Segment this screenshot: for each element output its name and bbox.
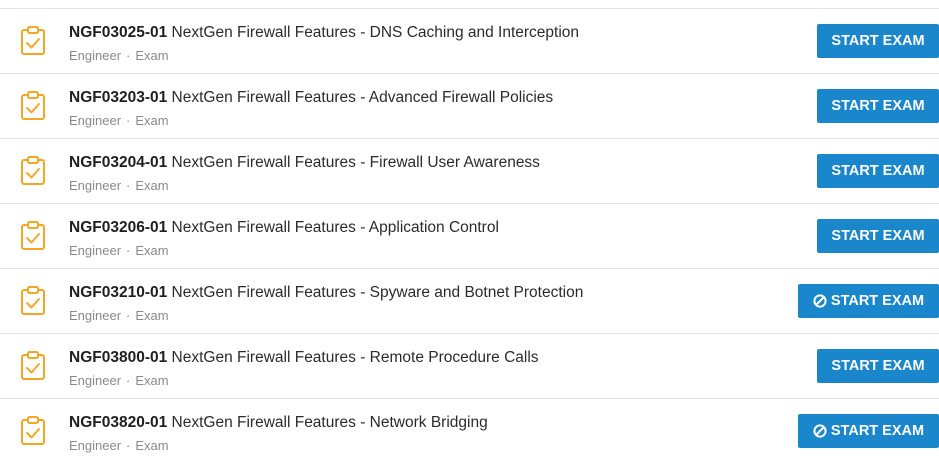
exam-name: NextGen Firewall Features - Network Brid… — [171, 414, 488, 431]
exam-type: Exam — [135, 438, 169, 453]
ban-icon — [813, 294, 827, 308]
start-exam-label: START EXAM — [830, 423, 925, 439]
exam-meta: Engineer · Exam — [69, 48, 169, 63]
clipboard-check-icon — [20, 221, 46, 251]
exam-role: Engineer — [69, 178, 122, 193]
exam-row: NGF03800-01 NextGen Firewall Features - … — [0, 334, 939, 399]
start-exam-button[interactable]: START EXAM — [798, 414, 939, 448]
exam-role: Engineer — [69, 113, 122, 128]
start-exam-button[interactable]: START EXAM — [817, 89, 939, 123]
exam-type: Exam — [135, 113, 169, 128]
exam-title[interactable]: NGF03025-01 NextGen Firewall Features - … — [69, 24, 579, 42]
clipboard-check-icon — [20, 91, 46, 121]
exam-type: Exam — [135, 48, 169, 63]
exam-row: NGF03820-01 NextGen Firewall Features - … — [0, 399, 939, 464]
start-exam-button[interactable]: START EXAM — [817, 219, 939, 253]
exam-row: NGF03025-01 NextGen Firewall Features - … — [0, 9, 939, 74]
exam-type: Exam — [135, 373, 169, 388]
exam-code: NGF03203-01 — [69, 89, 168, 106]
exam-title[interactable]: NGF03206-01 NextGen Firewall Features - … — [69, 219, 499, 237]
exam-name: NextGen Firewall Features - Application … — [171, 219, 499, 236]
exam-role: Engineer — [69, 48, 122, 63]
exam-code: NGF03820-01 — [69, 414, 168, 431]
start-exam-label: START EXAM — [831, 228, 925, 244]
exam-role: Engineer — [69, 373, 122, 388]
exam-name: NextGen Firewall Features - Spyware and … — [171, 284, 584, 301]
start-exam-label: START EXAM — [831, 33, 925, 49]
exam-title[interactable]: NGF03210-01 NextGen Firewall Features - … — [69, 284, 583, 302]
start-exam-label: START EXAM — [831, 163, 925, 179]
clipboard-check-icon — [20, 156, 46, 186]
exam-code: NGF03206-01 — [69, 219, 168, 236]
exam-role: Engineer — [69, 243, 122, 258]
start-exam-button[interactable]: START EXAM — [817, 24, 939, 58]
exam-title[interactable]: NGF03203-01 NextGen Firewall Features - … — [69, 89, 553, 107]
exam-meta: Engineer · Exam — [69, 243, 169, 258]
exam-row: NGF03206-01 NextGen Firewall Features - … — [0, 204, 939, 269]
start-exam-label: START EXAM — [830, 293, 925, 309]
exam-title[interactable]: NGF03820-01 NextGen Firewall Features - … — [69, 414, 488, 432]
exam-name: NextGen Firewall Features - Remote Proce… — [171, 349, 539, 366]
start-exam-label: START EXAM — [831, 358, 925, 374]
ban-icon — [813, 424, 827, 438]
exam-type: Exam — [135, 178, 169, 193]
exam-code: NGF03800-01 — [69, 349, 168, 366]
exam-meta: Engineer · Exam — [69, 438, 169, 453]
start-exam-button[interactable]: START EXAM — [817, 154, 939, 188]
exam-list: NGF03025-01 NextGen Firewall Features - … — [0, 0, 939, 456]
exam-meta: Engineer · Exam — [69, 178, 169, 193]
exam-row: NGF03203-01 NextGen Firewall Features - … — [0, 74, 939, 139]
exam-code: NGF03210-01 — [69, 284, 168, 301]
exam-row: NGF03204-01 NextGen Firewall Features - … — [0, 139, 939, 204]
exam-meta: Engineer · Exam — [69, 113, 169, 128]
exam-type: Exam — [135, 243, 169, 258]
start-exam-button[interactable]: START EXAM — [817, 349, 939, 383]
exam-meta: Engineer · Exam — [69, 308, 169, 323]
exam-name: NextGen Firewall Features - Advanced Fir… — [171, 89, 554, 106]
exam-row: NGF03210-01 NextGen Firewall Features - … — [0, 269, 939, 334]
exam-role: Engineer — [69, 308, 122, 323]
exam-role: Engineer — [69, 438, 122, 453]
exam-meta: Engineer · Exam — [69, 373, 169, 388]
start-exam-button[interactable]: START EXAM — [798, 284, 939, 318]
exam-name: NextGen Firewall Features - DNS Caching … — [171, 24, 580, 41]
exam-title[interactable]: NGF03800-01 NextGen Firewall Features - … — [69, 349, 539, 367]
clipboard-check-icon — [20, 416, 46, 446]
clipboard-check-icon — [20, 351, 46, 381]
clipboard-check-icon — [20, 26, 46, 56]
start-exam-label: START EXAM — [831, 98, 925, 114]
exam-title[interactable]: NGF03204-01 NextGen Firewall Features - … — [69, 154, 540, 172]
exam-type: Exam — [135, 308, 169, 323]
clipboard-check-icon — [20, 286, 46, 316]
exam-code: NGF03025-01 — [69, 24, 168, 41]
exam-name: NextGen Firewall Features - Firewall Use… — [171, 154, 540, 171]
exam-code: NGF03204-01 — [69, 154, 168, 171]
